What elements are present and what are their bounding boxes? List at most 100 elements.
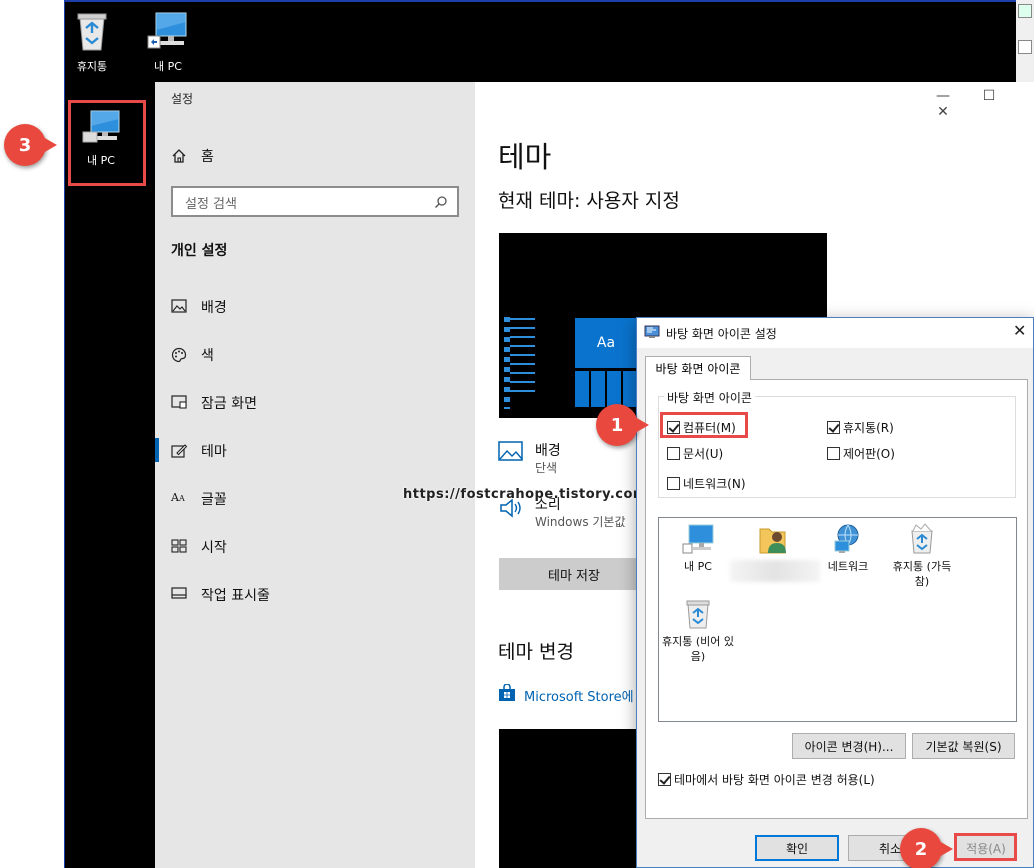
nav-item-color[interactable]: 색	[171, 345, 214, 365]
documents-checkbox[interactable]: 문서(U)	[667, 445, 723, 462]
picture-icon	[171, 299, 189, 315]
nav-item-label: 글꼴	[201, 492, 227, 508]
icon-list-label: 내 PC	[684, 560, 712, 573]
icon-list-item-network[interactable]: 네트워크	[812, 523, 884, 574]
nav-item-fonts[interactable]: AA 글꼴	[171, 489, 227, 509]
ok-button[interactable]: 확인	[755, 835, 839, 861]
home-icon	[171, 148, 189, 164]
badge-pointer	[939, 841, 953, 857]
group-label: 바탕 화면 아이콘	[664, 389, 755, 406]
preview-start-icons	[504, 317, 510, 409]
screenshot-frame-top	[64, 0, 1034, 2]
recycle-bin-icon	[77, 13, 107, 51]
icon-list-item-this-pc[interactable]: 내 PC	[662, 523, 734, 574]
search-placeholder: 설정 검색	[185, 197, 237, 212]
microsoft-store-link[interactable]: Microsoft Store에	[498, 683, 634, 706]
preview-tiles-grid	[575, 371, 637, 407]
checkbox-label: 문서(U)	[683, 447, 724, 461]
nav-item-label: 시작	[201, 540, 227, 556]
nav-item-start[interactable]: 시작	[171, 537, 227, 557]
icon-list-label: 네트워크	[827, 560, 869, 573]
checkbox-unchecked	[667, 447, 680, 460]
dialog-title: 바탕 화면 아이콘 설정	[666, 327, 777, 341]
annotation-marker-1: 1	[596, 404, 649, 446]
nav-item-background[interactable]: 배경	[171, 297, 227, 317]
nav-home-label: 홈	[201, 149, 214, 165]
nav-item-label: 테마	[201, 444, 227, 460]
badge-pointer	[635, 417, 649, 433]
checkbox-unchecked	[827, 447, 840, 460]
step-badge: 1	[596, 404, 638, 446]
screenshot-frame	[64, 0, 65, 868]
font-icon: AA	[171, 491, 185, 504]
nav-item-lock-screen[interactable]: 잠금 화면	[171, 393, 257, 413]
recycle-bin-empty-icon	[686, 600, 710, 629]
desktop-icon-recycle-bin[interactable]: 휴지통	[62, 8, 122, 74]
theme-brush-icon	[171, 443, 189, 459]
allow-themes-checkbox[interactable]: 테마에서 바탕 화면 아이콘 변경 허용(L)	[658, 771, 875, 788]
search-icon	[434, 194, 448, 213]
store-bag-icon	[498, 683, 516, 706]
user-folder-icon	[759, 528, 786, 554]
desktop-icon-this-pc-new[interactable]: 내 PC	[71, 108, 131, 168]
background-setting-label[interactable]: 배경	[535, 440, 561, 460]
network-checkbox[interactable]: 네트워크(N)	[667, 475, 746, 492]
nav-item-label: 배경	[201, 300, 227, 316]
current-theme-heading: 현재 테마: 사용자 지정	[498, 190, 680, 212]
icon-list-item-recycle-full[interactable]: 휴지통 (가득 참)	[886, 523, 958, 589]
icon-list-label: 휴지통 (가득 참)	[892, 560, 952, 588]
checkbox-label: 테마에서 바탕 화면 아이콘 변경 허용(L)	[674, 773, 875, 787]
save-theme-button[interactable]: 테마 저장	[499, 558, 649, 590]
window-title: 설정	[171, 92, 194, 106]
control-panel-checkbox[interactable]: 제어판(O)	[827, 445, 895, 462]
icon-list-item-recycle-empty[interactable]: 휴지통 (비어 있음)	[662, 598, 734, 664]
checkbox-label: 제어판(O)	[843, 447, 895, 461]
nav-item-taskbar[interactable]: 작업 표시줄	[171, 585, 270, 605]
nav-item-label: 색	[201, 348, 214, 364]
window-controls: — ☐✕	[920, 88, 1034, 120]
checkbox-checked	[827, 421, 840, 434]
page-title: 테마	[498, 140, 552, 174]
icon-list-label: 휴지통 (비어 있음)	[662, 635, 735, 663]
minimize-button[interactable]: —	[920, 88, 966, 104]
taskbar-icon	[171, 587, 189, 603]
preview-tile: Aa	[575, 318, 637, 368]
section-title: 개인 설정	[171, 243, 228, 259]
nav-home[interactable]: 홈	[171, 146, 214, 166]
computer-icon	[82, 110, 120, 143]
maximize-button[interactable]: ☐	[966, 88, 1012, 104]
settings-search-input[interactable]: 설정 검색	[171, 186, 459, 217]
background-setting-value: 단색	[535, 461, 558, 475]
sound-setting-value: Windows 기본값	[535, 515, 626, 529]
theme-thumbnail[interactable]	[499, 729, 639, 868]
checkbox-label: 네트워크(N)	[683, 477, 746, 491]
nav-item-label: 작업 표시줄	[201, 588, 270, 604]
checkbox-label: 휴지통(R)	[843, 421, 894, 435]
icon-list-item-user-files[interactable]	[738, 523, 810, 559]
computer-icon	[682, 524, 714, 554]
change-icon-button[interactable]: 아이콘 변경(H)...	[792, 733, 906, 759]
recycle-bin-full-icon	[911, 523, 933, 554]
checkbox-unchecked	[667, 477, 680, 490]
dialog-tab-desktop-icons[interactable]: 바탕 화면 아이콘	[645, 356, 751, 380]
desktop-icon-label: 내 PC	[154, 60, 182, 73]
step-badge: 3	[4, 124, 46, 166]
step-badge: 2	[900, 828, 942, 868]
nav-item-label: 잠금 화면	[201, 396, 257, 412]
computer-icon	[147, 12, 187, 49]
lock-screen-icon	[171, 395, 189, 411]
annotation-marker-2: 2	[900, 828, 953, 868]
nav-item-theme[interactable]: 테마	[171, 441, 227, 461]
badge-pointer	[43, 137, 57, 153]
checkbox-checked	[658, 773, 671, 786]
recycle-bin-checkbox[interactable]: 휴지통(R)	[827, 419, 894, 436]
desktop-icon-label: 내 PC	[87, 154, 115, 167]
close-button[interactable]: ✕	[920, 104, 966, 120]
dialog-close-button[interactable]: ✕	[1013, 321, 1026, 340]
watermark-text: https://fostcrahope.tistory.com	[403, 487, 647, 502]
picture-icon	[498, 440, 524, 466]
annotation-marker-3: 3	[4, 124, 57, 166]
restore-default-button[interactable]: 기본값 복원(S)	[912, 733, 1015, 759]
desktop-icon-this-pc[interactable]: 내 PC	[138, 10, 198, 74]
blurred-user-name	[730, 560, 820, 582]
